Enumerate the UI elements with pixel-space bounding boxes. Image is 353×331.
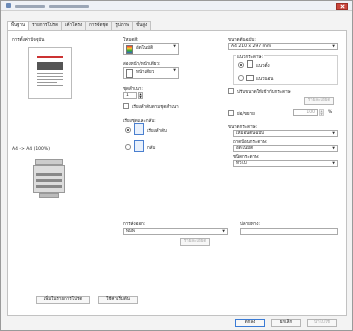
window-title (15, 5, 45, 8)
tray-select[interactable]: อัตโนมัติ (233, 145, 338, 152)
fit-paper-checkbox[interactable] (228, 88, 234, 94)
tab-layout[interactable]: เค้าโครง (61, 21, 87, 30)
zoom-spinner[interactable]: ▲ ▼ (319, 109, 324, 116)
color-mode-icon (126, 45, 133, 54)
collate-radio[interactable] (125, 127, 131, 133)
fit-paper-label: ปรับขนาดให้เข้ากับกระดาษ (237, 90, 291, 95)
paper-size-label: ขนาดต้นฉบับ: (228, 38, 256, 43)
copies-input[interactable]: 1 (123, 92, 137, 99)
tab-advanced[interactable]: ขั้นสูง (132, 21, 152, 30)
portrait-icon (247, 60, 253, 68)
collate-checkbox[interactable] (123, 103, 129, 109)
landscape-label: แนวนอน (256, 77, 274, 82)
copies-spinner[interactable]: ▲ ▼ (138, 92, 143, 99)
output-bin-label: การส่งออก: (123, 222, 146, 227)
paper-size-value: A4 210 x 297 mm (231, 44, 272, 49)
window-icon (6, 3, 11, 8)
paper-type-value: ทั่วไป (236, 161, 247, 166)
restore-defaults-button[interactable]: ใช้ค่าเริ่มต้น (98, 296, 138, 304)
paper-label: ขนาดกระดาษ: (228, 125, 258, 130)
close-icon[interactable] (336, 3, 348, 10)
copies-label: ชุดสำเนา: (123, 87, 143, 92)
orientation-label: แนวกระดาษ: (236, 53, 264, 60)
comment-input[interactable] (240, 228, 338, 235)
landscape-icon (246, 75, 254, 81)
reverse-radio[interactable] (125, 144, 131, 150)
copies-value: 1 (126, 93, 129, 98)
reverse-radio-label: กลับ (147, 146, 156, 151)
zoom-checkbox[interactable] (228, 110, 234, 116)
zoom-unit: % (328, 110, 333, 115)
paper-type-label: ชนิดกระดาษ: (233, 155, 260, 160)
duplex-select[interactable]: หน้าเดียว (123, 67, 179, 79)
output-bin-select[interactable]: พิมพ์ (123, 228, 228, 235)
print-preferences-window: พื้นฐาน รายการโปรด เค้าโครง การจัดชุด รู… (0, 0, 353, 331)
duplex-icon (126, 69, 133, 78)
collate-label: เรียงลำดับตามชุดสำเนา (132, 105, 179, 110)
add-to-favorites-button[interactable]: เพิ่มในรายการโปรด (36, 296, 90, 304)
page-preview-image (28, 47, 72, 99)
window-title-2 (49, 5, 89, 8)
apply-button[interactable]: นำไปใช้ (307, 319, 337, 327)
current-settings-heading: การตั้งค่าปัจจุบัน (12, 38, 45, 43)
paper-size-select[interactable]: A4 210 x 297 mm (228, 43, 338, 50)
ok-button[interactable]: ตกลง (235, 319, 265, 327)
landscape-radio[interactable] (238, 75, 244, 81)
collate-icon (134, 123, 144, 135)
portrait-label: แนวตั้ง (256, 64, 270, 69)
zoom-label: ย่อ/ขยาย (237, 112, 255, 117)
color-mode-value: อัตโนมัติ (136, 46, 154, 51)
tray-value: อัตโนมัติ (236, 146, 254, 151)
color-mode-label: โหมดสี: (123, 38, 139, 43)
duplex-value: หน้าเดียว (136, 70, 155, 75)
tab-favorites[interactable]: รายการโปรด (28, 21, 63, 30)
fit-detail-button[interactable]: รายละเอียด (304, 97, 334, 105)
tab-finishing[interactable]: การจัดชุด (85, 21, 113, 30)
color-mode-select[interactable]: อัตโนมัติ (123, 43, 179, 55)
title-bar (1, 1, 352, 11)
paper-type-select[interactable]: ทั่วไป (233, 160, 338, 167)
tab-bar: พื้นฐาน รายการโปรด เค้าโครง การจัดชุด รู… (7, 21, 152, 31)
preview-caption: A4 -> A4 (100%) (12, 147, 50, 152)
tab-image[interactable]: รูปภาพ (111, 21, 134, 30)
comment-label: ปลายทาง: (240, 222, 260, 227)
tray-label: ถาดป้อนกระดาษ: (233, 140, 268, 145)
printer-image (33, 159, 65, 199)
reverse-icon (134, 140, 144, 152)
duplex-label: สองหน้า/หน้าเดียว: (123, 62, 161, 67)
paper-value: เหมือนต้นฉบับ (236, 131, 265, 136)
paper-select[interactable]: เหมือนต้นฉบับ (233, 130, 338, 137)
zoom-input[interactable]: 100 (293, 109, 318, 116)
cancel-button[interactable]: ยกเลิก (271, 319, 301, 327)
zoom-value: 100 (306, 110, 315, 115)
output-bin-value: พิมพ์ (126, 229, 135, 234)
basic-panel: การตั้งค่าปัจจุบัน A4 -> A4 (100%) โหมดส… (7, 30, 347, 316)
portrait-radio[interactable] (238, 62, 244, 68)
collate-radio-label: เรียงลำดับ (147, 129, 167, 134)
output-detail-button[interactable]: รายละเอียด (180, 238, 210, 246)
